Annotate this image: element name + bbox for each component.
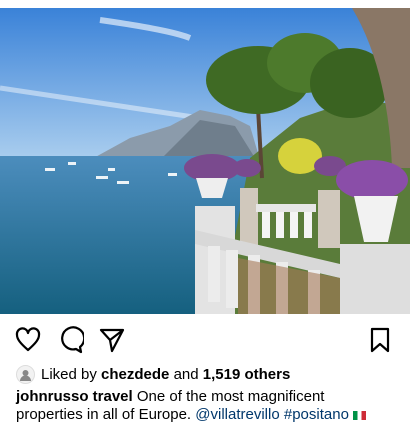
liker-avatar[interactable] <box>16 365 35 384</box>
italy-flag-icon <box>352 410 366 420</box>
likes-joiner: and <box>173 366 199 383</box>
likes-summary[interactable]: Liked by chezdede and 1,519 others <box>16 365 290 384</box>
liker-username[interactable]: chezdede <box>101 366 169 383</box>
heart-icon <box>15 327 41 352</box>
post-caption: johnrusso travel One of the most magnifi… <box>16 388 408 424</box>
like-button[interactable] <box>14 326 42 354</box>
likes-prefix: Liked by <box>41 366 97 383</box>
caption-text-line2: properties in all of Europe. <box>16 406 192 423</box>
post-action-bar <box>0 322 410 358</box>
post-photo[interactable] <box>0 8 410 314</box>
bookmark-icon <box>370 327 390 353</box>
photo-image <box>0 8 410 314</box>
caption-mention[interactable]: @villatrevillo <box>195 406 279 423</box>
user-icon <box>20 370 31 381</box>
caption-text-line1: One of the most magnificent <box>136 388 325 405</box>
comment-icon <box>61 326 84 354</box>
paper-plane-icon <box>99 328 125 353</box>
likes-others-count[interactable]: 1,519 others <box>203 366 291 383</box>
comment-button[interactable] <box>56 326 84 354</box>
caption-hashtag[interactable]: #positano <box>284 406 349 423</box>
share-button[interactable] <box>98 326 126 354</box>
caption-author[interactable]: johnrusso travel <box>16 388 133 405</box>
save-button[interactable] <box>366 326 394 354</box>
